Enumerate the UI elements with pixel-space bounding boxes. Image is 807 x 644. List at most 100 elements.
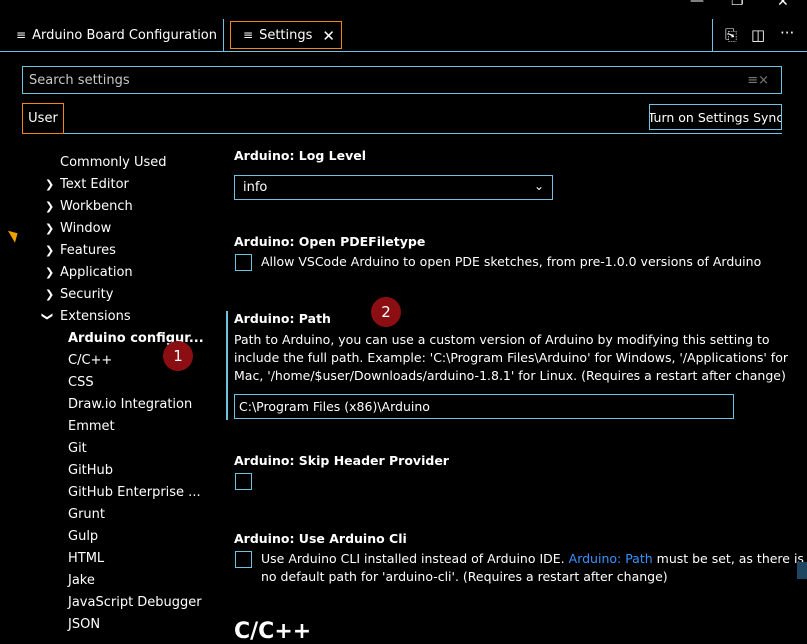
toc-ext-grunt[interactable]: Grunt [68, 507, 105, 522]
clear-filter-icon[interactable]: ≡× [747, 73, 769, 88]
toc-window[interactable]: Window [60, 221, 111, 236]
restore-icon[interactable]: ❐ [731, 0, 744, 8]
setting-title-open-pde: Arduino: Open PDEFiletype [234, 234, 426, 249]
annotation-badge-1: 1 [163, 341, 193, 371]
setting-title-path: Arduino: Path [234, 311, 331, 326]
tab-arduino-board-configuration[interactable]: ≡ Arduino Board Configuration [0, 19, 224, 51]
chevron-down-icon: ❯ [41, 311, 55, 322]
tab-label: Arduino Board Configuration [32, 27, 218, 43]
toc-ext-javascript-debugger[interactable]: JavaScript Debugger [68, 595, 202, 610]
toc-label: Security [60, 287, 114, 302]
toc-workbench[interactable]: Workbench [60, 199, 133, 214]
focused-setting-indicator [226, 311, 228, 420]
toc-label: Grunt [68, 507, 105, 522]
split-editor-icon[interactable]: ◫ [751, 26, 765, 44]
path-description-line2: include the full path. Example: 'C:\Prog… [234, 350, 788, 365]
setting-title-use-cli: Arduino: Use Arduino Cli [234, 531, 407, 546]
lines-icon: ≡ [243, 28, 254, 42]
toc-label: C/C++ [68, 353, 113, 368]
path-description-line1: Path to Arduino, you can use a custom ve… [234, 332, 770, 347]
chevron-right-icon: ❯ [45, 200, 55, 213]
chevron-down-icon: ⌄ [533, 179, 544, 193]
toc-ext-git[interactable]: Git [68, 441, 87, 456]
use-cli-checkbox[interactable] [235, 551, 252, 568]
close-window-icon[interactable]: ✕ [777, 0, 789, 9]
minimize-icon[interactable]: — [690, 0, 704, 8]
toc-label: Emmet [68, 419, 115, 434]
lines-icon: ≡ [16, 28, 27, 42]
user-tab-label: User [28, 111, 58, 126]
open-settings-json-icon[interactable]: ⎘ [725, 26, 737, 44]
toc-ext-cpp[interactable]: C/C++ [68, 353, 112, 368]
toc-ext-github[interactable]: GitHub [68, 463, 113, 478]
toc-ext-json[interactable]: JSON [68, 617, 100, 632]
use-cli-description-line2: no default path for 'arduino-cli'. (Requ… [261, 569, 668, 584]
toc-extensions[interactable]: Extensions [60, 309, 131, 324]
search-input[interactable] [23, 67, 781, 93]
more-actions-icon[interactable]: ··· [780, 24, 794, 42]
toc-label: JSON [68, 617, 101, 632]
toc-label: Draw.io Integration [68, 397, 193, 412]
toc-label: Jake [68, 573, 95, 588]
toc-ext-jake[interactable]: Jake [68, 573, 95, 588]
toc-label: GitHub Enterprise ... [68, 485, 201, 500]
turn-on-settings-sync-button[interactable]: Turn on Settings Sync [649, 104, 782, 130]
toc-security[interactable]: Security [60, 287, 113, 302]
badge-number: 2 [381, 303, 391, 321]
setting-title-skip-header: Arduino: Skip Header Provider [234, 453, 449, 468]
toc-label: Extensions [60, 309, 131, 324]
setting-title-log-level: Arduino: Log Level [234, 148, 367, 163]
toc-ext-gulp[interactable]: Gulp [68, 529, 98, 544]
toc-application[interactable]: Application [60, 265, 133, 280]
tab-settings[interactable]: ≡ Settings ✕ [230, 21, 342, 49]
sync-button-label: Turn on Settings Sync [649, 109, 782, 125]
toc-text-editor[interactable]: Text Editor [60, 177, 129, 192]
chevron-right-icon: ❯ [45, 288, 55, 301]
arduino-path-link[interactable]: Arduino: Path [569, 551, 653, 566]
use-cli-text: Use Arduino CLI installed instead of Ard… [261, 551, 565, 566]
toc-label: JavaScript Debugger [68, 595, 202, 610]
chevron-right-icon: ❯ [45, 244, 55, 257]
toc-label: Git [68, 441, 87, 456]
arduino-path-input[interactable] [234, 394, 734, 419]
toc-label: Commonly Used [60, 155, 167, 170]
skip-header-checkbox[interactable] [235, 473, 252, 490]
toc-features[interactable]: Features [60, 243, 116, 258]
toc-ext-html[interactable]: HTML [68, 551, 104, 566]
open-pde-checkbox[interactable] [235, 254, 252, 271]
tab-label: Settings [259, 27, 313, 43]
section-title-cpp: C/C++ [234, 619, 312, 644]
use-cli-text: must be set, as there is [656, 551, 804, 566]
open-pde-label: Allow VSCode Arduino to open PDE sketche… [261, 254, 762, 269]
log-level-value: info [243, 180, 268, 195]
chevron-right-icon: ❯ [45, 222, 55, 235]
toc-label: Text Editor [60, 177, 129, 192]
toc-ext-github-enterprise[interactable]: GitHub Enterprise ... [68, 485, 201, 500]
toc-label: HTML [68, 551, 105, 566]
close-tab-icon[interactable]: ✕ [322, 27, 335, 45]
scrollbar-thumb[interactable] [797, 562, 807, 579]
divider [64, 133, 782, 134]
editor-tab-bar: ≡ Arduino Board Configuration ≡ Settings… [0, 19, 807, 52]
badge-number: 1 [173, 347, 183, 365]
chevron-right-icon: ❯ [45, 178, 55, 191]
log-level-select[interactable]: info ⌄ [234, 175, 553, 200]
toc-label: GitHub [68, 463, 114, 478]
toc-label: Application [60, 265, 133, 280]
path-description-line3: Mac, '/home/$user/Downloads/arduino-1.8.… [234, 368, 786, 383]
toc-label: Window [60, 221, 112, 236]
toc-ext-css[interactable]: CSS [68, 375, 94, 390]
toc-label: CSS [68, 375, 94, 390]
divider [712, 19, 713, 51]
toc-label: Workbench [60, 199, 133, 214]
toc-ext-emmet[interactable]: Emmet [68, 419, 115, 434]
tab-user-settings[interactable]: User [22, 103, 64, 134]
toc-ext-drawio[interactable]: Draw.io Integration [68, 397, 192, 412]
mouse-cursor-icon [7, 227, 22, 243]
use-cli-description-line1: Use Arduino CLI installed instead of Ard… [261, 550, 804, 568]
title-strip [0, 0, 807, 19]
toc-commonly-used[interactable]: Commonly Used [60, 155, 167, 170]
chevron-right-icon: ❯ [45, 266, 55, 279]
toc-label: Features [60, 243, 116, 258]
annotation-badge-2: 2 [371, 297, 401, 327]
